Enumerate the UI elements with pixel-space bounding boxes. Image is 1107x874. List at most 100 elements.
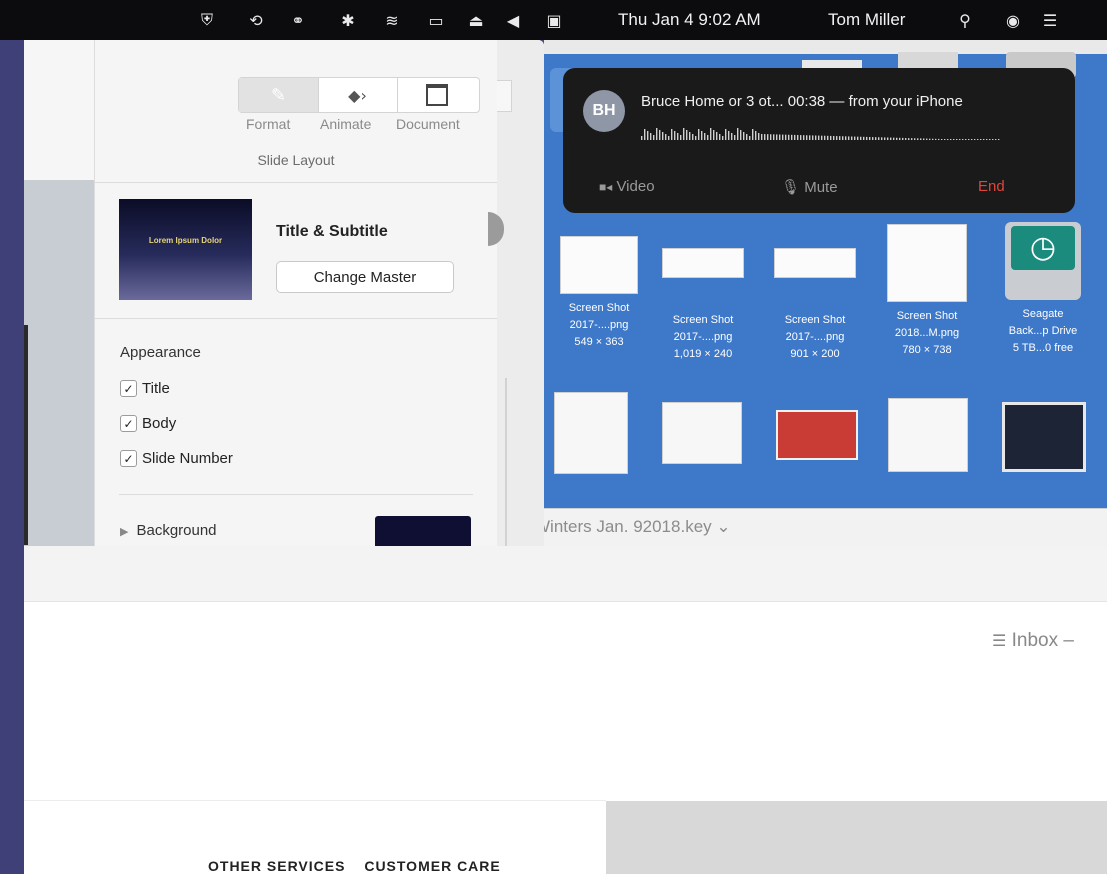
binoculars-icon[interactable]: ⚭ [287,9,309,31]
footer-link-customer-care[interactable]: CUSTOMER CARE [364,858,500,874]
background-disclosure[interactable]: ▶ Background [120,522,217,539]
waveform-bar [878,137,880,140]
file-item[interactable]: Screen Shot 2017-....png 901 × 200 [760,248,870,363]
eject-icon[interactable]: ⏏ [465,9,487,31]
waveform-bar [881,137,883,140]
checkbox-label: Slide Number [142,450,233,467]
menu-bar: ⛨ ⟲ ⚭ ✱ ≋ ▭ ⏏ ◀ ▣ Thu Jan 4 9:02 AM Tom … [0,0,1107,40]
file-size: 780 × 738 [902,344,952,356]
file-thumb[interactable] [554,392,628,474]
waveform-bar [752,129,754,140]
waveform-bar [920,138,922,140]
tab-label-format[interactable]: Format [246,116,290,132]
menubar-user[interactable]: Tom Miller [828,10,905,30]
checkbox-body[interactable]: ✓ Body [120,415,176,432]
checkbox[interactable]: ✓ [120,450,137,467]
file-item[interactable]: ◷ Seagate Back...p Drive 5 TB...0 free [988,222,1098,357]
waveform-bar [836,136,838,140]
waveform-bar [797,135,799,140]
waveform-bar [689,132,691,140]
tab-document[interactable] [397,78,476,112]
airplay-icon[interactable]: ▭ [425,9,447,31]
divider [95,318,497,319]
waveform-bar [974,139,976,140]
call-notification[interactable]: BH Bruce Home or 3 ot... 00:38 — from yo… [563,68,1075,213]
waveform-bar [740,130,742,140]
file-name: Seagate [1022,308,1064,320]
waveform-bar [980,139,982,140]
waveform-bar [716,132,718,140]
end-button[interactable]: End [978,178,1005,195]
mute-label: Mute [804,179,838,196]
checkbox-label: Title [142,380,170,397]
display-icon[interactable]: ▣ [543,9,565,31]
waveform-bar [803,135,805,140]
video-button[interactable]: ■◂ Video [599,178,655,195]
waveform-bar [824,135,826,140]
waveform-bar [665,134,667,140]
waveform-bar [728,131,730,140]
file-thumb[interactable] [662,402,742,464]
waveform-bar [968,139,970,140]
waveform-bar [758,133,760,140]
tab-format[interactable]: ✎ [239,78,319,112]
waveform-bar [953,139,955,140]
keynote-window: ✎ ◆› Format Animate Document Slide Layou… [24,40,544,546]
waveform-bar [989,139,991,140]
spotlight-icon[interactable]: ⚲ [954,9,976,31]
waveform-bar [965,139,967,140]
file-item[interactable]: Screen Shot 2018...M.png 780 × 738 [872,224,982,359]
waveform-bar [899,137,901,140]
master-thumbnail[interactable]: Lorem Ipsum Dolor [119,199,252,300]
inspector-tabs: ✎ ◆› [238,77,480,113]
avatar: BH [583,90,625,132]
waveform-bar [854,136,856,140]
file-thumb[interactable] [1002,402,1086,472]
background-color-well[interactable] [375,516,471,546]
waveform-bar [932,138,934,140]
waveform-bar [788,134,790,140]
mute-button[interactable]: 🎙 Mute [781,178,838,196]
footer-link-other-services[interactable]: OTHER SERVICES [208,858,345,874]
notification-center-icon[interactable]: ☰ [1039,9,1061,31]
volume-icon[interactable]: ◀ [502,9,524,31]
checkbox[interactable]: ✓ [120,380,137,397]
file-thumb[interactable] [888,398,968,472]
scrollbar[interactable] [505,378,507,546]
inbox-link[interactable]: ☰ Inbox – [992,630,1074,652]
waveform-bar [866,136,868,140]
menubar-clock[interactable]: Thu Jan 4 9:02 AM [618,10,761,30]
waveform-bar [722,136,724,140]
bluetooth-icon[interactable]: ✱ [337,9,359,31]
waveform-bar [926,138,928,140]
malwarebytes-icon[interactable]: ⛨ [196,9,218,31]
waveform-bar [857,136,859,140]
waveform-bar [848,136,850,140]
tab-label-document[interactable]: Document [396,116,460,132]
tab-animate[interactable]: ◆› [318,78,398,112]
checkbox-title[interactable]: ✓ Title [120,380,170,397]
waveform-bar [731,133,733,140]
file-thumb[interactable] [776,410,858,460]
path-file-name[interactable]: Winters Jan. 92018.key ⌄ [534,517,731,537]
waveform-bar [890,137,892,140]
waveform-bar [935,138,937,140]
waveform-bar [800,135,802,140]
file-thumb[interactable] [802,60,862,68]
waveform-bar [683,128,685,140]
waveform-bar [719,134,721,140]
file-item[interactable]: Screen Shot 2017-....png 1,019 × 240 [648,248,758,363]
desktop-left-edge [0,40,24,874]
waveform-bar [947,139,949,140]
checkbox-slide-number[interactable]: ✓ Slide Number [120,450,233,467]
file-item[interactable]: Screen Shot 2017-....png 549 × 363 [544,236,654,351]
checkbox[interactable]: ✓ [120,415,137,432]
browser-window: ☰ Inbox – OTHER SERVICES CUSTOMER CARE [24,546,1107,874]
time-machine-icon[interactable]: ⟲ [245,9,267,31]
waveform-bar [872,137,874,140]
tab-label-animate[interactable]: Animate [320,116,371,132]
wifi-icon[interactable]: ≋ [381,9,403,31]
change-master-button[interactable]: Change Master [276,261,454,293]
file-thumb [887,224,967,302]
siri-icon[interactable]: ◉ [1002,9,1024,31]
